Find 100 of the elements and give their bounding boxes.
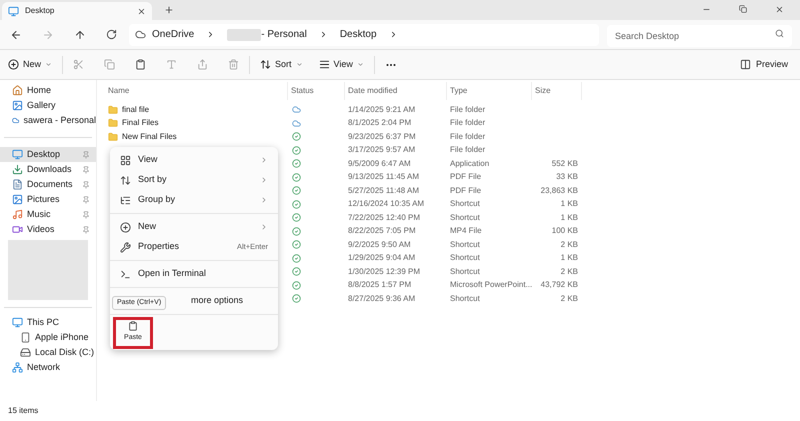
- home-icon: [12, 85, 23, 96]
- lines-icon: [318, 59, 330, 70]
- download-icon: [12, 164, 23, 175]
- breadcrumb[interactable]: - Personal: [261, 27, 307, 42]
- chevron-icon: [45, 61, 52, 68]
- restore-icon[interactable]: [739, 5, 747, 13]
- paste-icon[interactable]: [135, 59, 146, 70]
- sort-icon: [120, 174, 131, 186]
- check-icon: [292, 159, 301, 168]
- wrench-icon: [120, 242, 131, 252]
- check-icon: [292, 294, 301, 304]
- sidebar-item[interactable]: Local Disk (C:): [0, 345, 96, 360]
- pin-icon: [82, 226, 90, 234]
- breadcrumb[interactable]: OneDrive: [152, 27, 194, 42]
- folder-icon: [108, 118, 118, 128]
- size-cell: 552 KB: [552, 158, 578, 168]
- sidebar-item[interactable]: Downloads: [0, 162, 96, 177]
- menu-item[interactable]: more options: [191, 294, 244, 308]
- sidebar-item[interactable]: Home: [0, 83, 96, 98]
- type-cell-text: Shortcut: [449, 252, 481, 264]
- image-icon: [12, 100, 23, 111]
- menu-item[interactable]: View: [110, 150, 278, 170]
- item-count: 15 items: [8, 405, 38, 417]
- new-button[interactable]: New: [8, 58, 52, 72]
- sidebar-item[interactable]: Network: [0, 360, 96, 375]
- menu-item[interactable]: New: [110, 217, 278, 237]
- plus-icon: [8, 59, 19, 70]
- date-cell-text: 8/22/2025 7:05 PM: [347, 225, 417, 238]
- check-icon: [292, 200, 301, 209]
- check-icon: [292, 240, 301, 250]
- column-header[interactable]: Name: [105, 82, 288, 100]
- close-icon[interactable]: [775, 5, 784, 14]
- sort-icon: [260, 59, 272, 70]
- date-cell-text: 9/2/2025 9:50 AM: [347, 238, 412, 251]
- menu-item[interactable]: Open in Terminal: [110, 264, 278, 284]
- cloud-icon: [12, 115, 20, 126]
- chevron-icon: [260, 223, 268, 231]
- menu-item[interactable]: Sort by: [110, 170, 278, 190]
- breadcrumb[interactable]: Desktop: [340, 27, 377, 42]
- close-icon[interactable]: [137, 6, 146, 16]
- size-cell: 2 KB: [560, 240, 578, 249]
- panel-icon: [740, 59, 751, 70]
- menu-item[interactable]: Group by: [110, 190, 278, 210]
- folder-icon: [108, 104, 118, 115]
- sidebar-item[interactable]: Apple iPhone: [0, 330, 96, 345]
- file-name[interactable]: final file: [122, 104, 150, 116]
- preview-button[interactable]: Preview: [740, 58, 788, 72]
- size-cell: 1 KB: [560, 212, 578, 222]
- date-cell-text: 7/22/2025 12:40 PM: [347, 212, 422, 224]
- type-cell-text: Microsoft PowerPoint...: [449, 279, 532, 292]
- type-cell-text: File folder: [449, 144, 486, 156]
- date-cell-text: 3/17/2025 9:57 AM: [347, 144, 416, 156]
- chevron-icon: [260, 196, 268, 204]
- file-name[interactable]: Final Files: [122, 117, 158, 130]
- image-icon: [12, 194, 23, 205]
- check-icon: [292, 172, 301, 182]
- new-tab-icon[interactable]: [164, 5, 174, 15]
- date-cell-text: 1/14/2025 9:21 AM: [347, 104, 416, 116]
- terminal-icon: [120, 268, 131, 280]
- size-cell: 1 KB: [560, 253, 578, 262]
- date-cell-text: 8/27/2025 9:36 AM: [347, 292, 416, 305]
- search-field[interactable]: Search Desktop: [607, 24, 792, 46]
- size-cell: 33 KB: [556, 172, 578, 182]
- address-bar[interactable]: OneDrive - Personal Desktop: [129, 24, 599, 46]
- column-header[interactable]: Size: [532, 82, 582, 100]
- back-icon[interactable]: [10, 28, 22, 40]
- file-name[interactable]: New Final Files: [122, 130, 177, 143]
- check-icon: [292, 132, 301, 142]
- up-icon[interactable]: [74, 28, 86, 40]
- date-cell-text: 1/29/2025 9:04 AM: [347, 252, 416, 264]
- sidebar-item[interactable]: Pictures: [0, 192, 96, 207]
- tab[interactable]: Desktop: [2, 2, 152, 20]
- size-cell: 2 KB: [560, 266, 578, 276]
- refresh-icon[interactable]: [106, 29, 117, 40]
- check-icon: [292, 254, 301, 263]
- sidebar-item[interactable]: Music: [0, 207, 96, 222]
- sidebar-item[interactable]: Videos: [0, 222, 96, 237]
- column-header[interactable]: Type: [447, 82, 532, 100]
- sort-button[interactable]: Sort: [260, 58, 303, 72]
- type-cell-text: File folder: [449, 130, 486, 143]
- sidebar-item[interactable]: Documents: [0, 177, 96, 192]
- grid-icon: [120, 154, 131, 166]
- date-cell-text: 12/16/2024 10:35 AM: [347, 198, 426, 210]
- sidebar-item[interactable]: This PC: [0, 315, 96, 330]
- check-icon: [292, 267, 301, 276]
- music-icon: [12, 209, 23, 220]
- size-cell: 100 KB: [552, 226, 578, 236]
- sidebar-item[interactable]: sawera - Personal: [0, 113, 96, 128]
- pin-icon: [82, 196, 90, 204]
- document-icon: [12, 179, 23, 190]
- sidebar-item[interactable]: Desktop: [0, 147, 96, 162]
- chevron-icon: [296, 61, 303, 68]
- view-button[interactable]: View: [318, 58, 364, 72]
- redacted-block: [227, 28, 262, 40]
- check-icon: [292, 280, 301, 290]
- check-icon: [292, 146, 301, 155]
- pin-icon: [82, 150, 90, 158]
- column-header[interactable]: Date modified: [345, 82, 447, 100]
- sidebar-item[interactable]: Gallery: [0, 98, 96, 113]
- column-header[interactable]: Status: [288, 82, 345, 100]
